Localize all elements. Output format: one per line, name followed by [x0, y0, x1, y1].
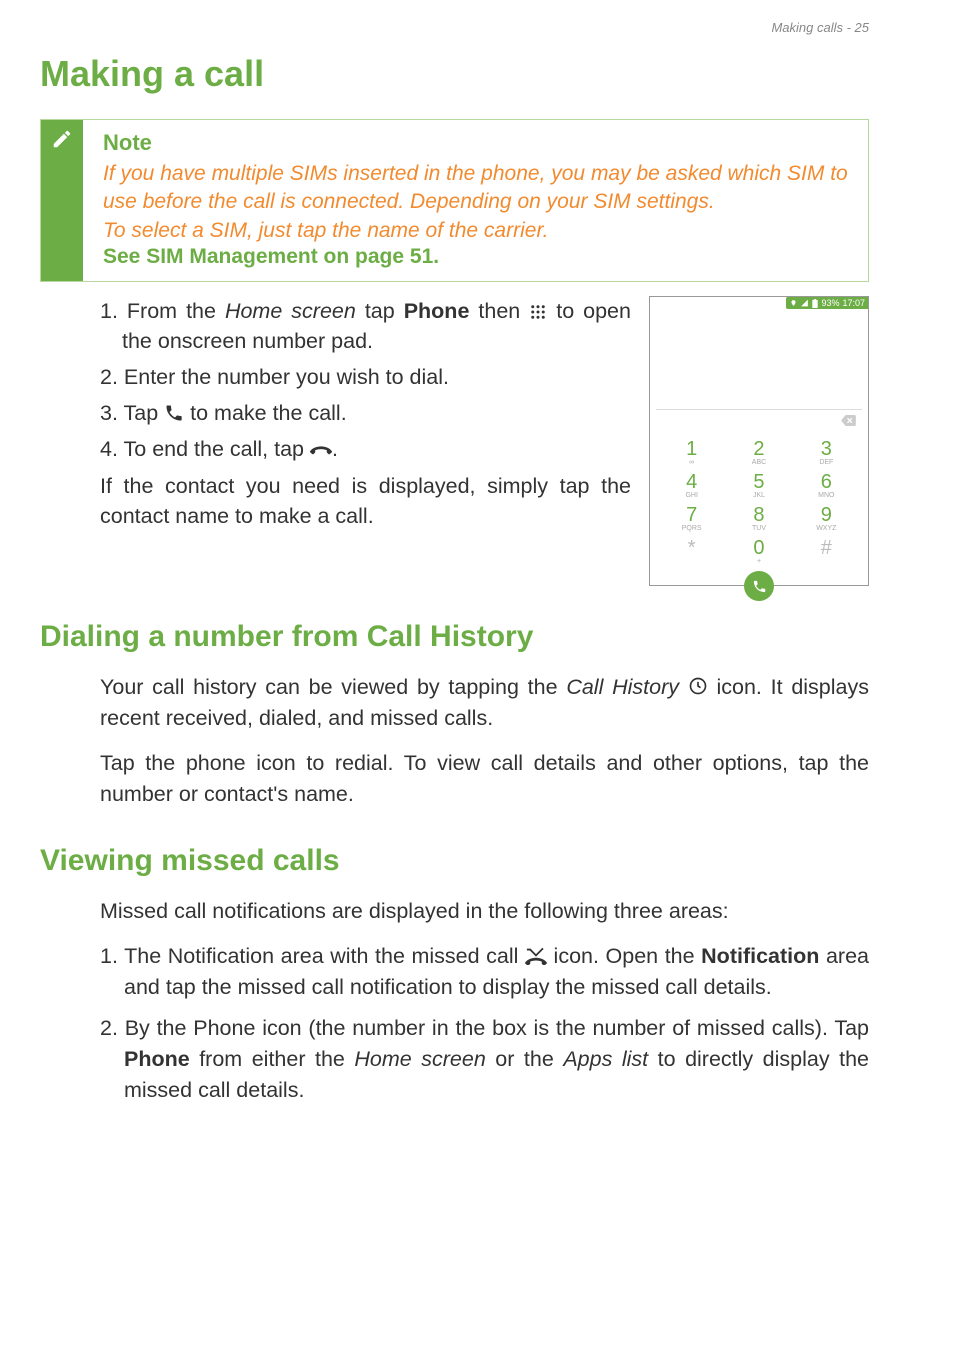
dialpad: 1∞ 2ABC 3DEF 4GHI 5JKL 6MNO 7PQRS 8TUV 9…	[650, 435, 868, 565]
missed-item-1: 1. The Notification area with the missed…	[100, 941, 869, 1003]
dial-call-button[interactable]	[744, 571, 774, 601]
step-2: 2. Enter the number you wish to dial.	[100, 362, 631, 392]
section-title-dialing: Dialing a number from Call History	[40, 620, 869, 654]
step-1: 1. From the Home screen tap Phone then t…	[100, 296, 631, 356]
phone-screenshot: 93% 17:07 1∞ 2ABC 3DEF 4GHI 5JKL 6MNO 7P…	[649, 296, 869, 586]
note-tab	[41, 120, 83, 281]
location-icon	[790, 299, 797, 307]
key-5[interactable]: 5JKL	[725, 472, 792, 499]
key-3[interactable]: 3DEF	[793, 439, 860, 466]
hangup-phone-icon	[310, 443, 332, 459]
missed-item-2: 2. By the Phone icon (the number in the …	[100, 1013, 869, 1106]
missed-call-icon	[525, 945, 547, 965]
note-text-2: To select a SIM, just tap the name of th…	[103, 217, 854, 245]
key-4[interactable]: 4GHI	[658, 472, 725, 499]
step-4: 4. To end the call, tap .	[100, 434, 631, 464]
status-time: 17:07	[842, 298, 865, 308]
key-1[interactable]: 1∞	[658, 439, 725, 466]
instruction-paragraph: If the contact you need is displayed, si…	[100, 471, 631, 531]
battery-icon	[812, 299, 818, 308]
page-title: Making a call	[40, 53, 869, 95]
section-body-missed: Missed call notifications are displayed …	[40, 896, 869, 1106]
section-body-dialing: Your call history can be viewed by tappi…	[40, 672, 869, 810]
phone-call-icon	[752, 579, 767, 594]
pencil-icon	[51, 128, 73, 150]
key-7[interactable]: 7PQRS	[658, 505, 725, 532]
key-8[interactable]: 8TUV	[725, 505, 792, 532]
page-header: Making calls - 25	[40, 20, 869, 35]
step-3: 3. Tap to make the call.	[100, 398, 631, 428]
phone-call-icon	[164, 403, 184, 423]
clock-history-icon	[688, 676, 708, 696]
note-text-1: If you have multiple SIMs inserted in th…	[103, 160, 854, 217]
key-star[interactable]: *	[658, 538, 725, 565]
signal-icon	[800, 299, 809, 307]
backspace-icon[interactable]	[841, 414, 856, 429]
key-9[interactable]: 9WXYZ	[793, 505, 860, 532]
dialpad-grid-icon	[529, 303, 547, 321]
battery-pct: 93%	[821, 298, 839, 308]
note-title: Note	[103, 130, 854, 156]
note-box: Note If you have multiple SIMs inserted …	[40, 119, 869, 282]
status-bar: 93% 17:07	[786, 297, 868, 309]
instructions: 1. From the Home screen tap Phone then t…	[40, 296, 631, 586]
key-2[interactable]: 2ABC	[725, 439, 792, 466]
number-input-line[interactable]	[656, 409, 862, 435]
note-link[interactable]: See SIM Management on page 51.	[103, 245, 854, 269]
key-6[interactable]: 6MNO	[793, 472, 860, 499]
key-0[interactable]: 0+	[725, 538, 792, 565]
key-hash[interactable]: #	[793, 538, 860, 565]
section-title-missed: Viewing missed calls	[40, 844, 869, 878]
